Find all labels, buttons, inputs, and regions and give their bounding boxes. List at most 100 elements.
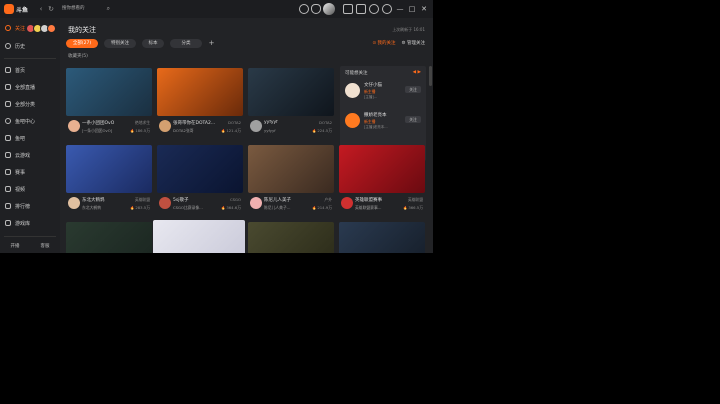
chat-icon[interactable] (369, 4, 379, 14)
stream-card[interactable] (248, 222, 334, 253)
follow-button[interactable]: 关注 (405, 116, 421, 123)
suggested-name[interactable]: 撒娇老亮本 (364, 112, 387, 118)
start-live-button[interactable]: 开播 (11, 243, 20, 249)
stream-thumbnail[interactable] (66, 222, 152, 253)
streamer-name: 陈尼儿人美子... (264, 205, 291, 210)
avatar[interactable] (345, 113, 360, 128)
avatar[interactable] (68, 197, 80, 209)
message-icon[interactable] (343, 4, 353, 14)
sidebar-item-label: 关注 (15, 25, 26, 32)
filter-special[interactable]: 特别关注 (104, 39, 136, 48)
sidebar-item-history[interactable]: 历史 (0, 40, 60, 52)
sidebar-item-game-library[interactable]: 游戏库 (0, 217, 60, 229)
search-input[interactable]: 搜你想看的 ⌕ (62, 4, 114, 14)
list-item[interactable]: 文仔小猫 新主播 [主播]... 关注 (343, 80, 423, 102)
stream-title[interactable]: 一条小团团OvO (82, 120, 136, 126)
sidebar-item-all-live[interactable]: 全部直播 (0, 81, 60, 93)
sidebar-item-events[interactable]: 赛事 (0, 166, 60, 178)
stream-category: 绝地求生 (134, 120, 150, 125)
stream-thumbnail[interactable] (66, 145, 152, 193)
follow-button[interactable]: 关注 (405, 86, 421, 93)
stream-card[interactable]: yyfyyf DOTA2 yyfyyf 224.5万 (248, 68, 334, 144)
stream-thumbnail[interactable] (339, 222, 425, 253)
manage-follow-link[interactable]: ⚙ 管理关注 (402, 40, 425, 46)
heart-icon[interactable] (311, 4, 321, 14)
stream-thumbnail[interactable] (339, 145, 425, 193)
sidebar-item-label: 历史 (15, 43, 26, 50)
stream-thumbnail[interactable] (248, 145, 334, 193)
stream-card[interactable]: 张哥带你在DOTA2... DOTA2 DOTA2张哥 121.4万 (157, 68, 243, 144)
stream-title[interactable]: 陈尼儿人美子 (264, 197, 318, 203)
stream-thumbnail[interactable] (157, 145, 243, 193)
avatar[interactable] (159, 120, 171, 132)
avatar[interactable] (68, 120, 80, 132)
avatar[interactable] (341, 197, 353, 209)
customer-service-button[interactable]: 客服 (41, 243, 50, 249)
settings-icon[interactable] (382, 4, 392, 14)
filter-category[interactable]: 分类 (170, 39, 202, 48)
sidebar-item-fishbar[interactable]: 鱼吧 (0, 132, 60, 144)
filter-tag[interactable]: 标本 (142, 39, 164, 48)
live-icon (5, 84, 11, 90)
sidebar-item-video[interactable]: 视频 (0, 183, 60, 195)
stream-thumbnail[interactable] (66, 68, 152, 116)
suggested-sub: [主播]老亮本... (364, 125, 388, 129)
list-item[interactable]: 撒娇老亮本 新主播 [主播]老亮本... 关注 (343, 110, 423, 132)
sidebar-item-cloud-game[interactable]: 云游戏 (0, 149, 60, 161)
stream-card[interactable] (153, 220, 245, 253)
search-icon[interactable]: ⌕ (107, 4, 110, 14)
stream-thumbnail[interactable] (153, 220, 245, 253)
add-filter-button[interactable]: + (207, 39, 216, 48)
stream-thumbnail[interactable] (248, 222, 334, 253)
avatar[interactable] (250, 197, 262, 209)
stream-card[interactable]: 东北大鹌鹑 英雄联盟 东北大鹌鹑 283.5万 (66, 145, 152, 221)
minimize-button[interactable]: — (395, 3, 405, 15)
stream-category: 户外 (324, 197, 332, 202)
close-button[interactable]: ✕ (419, 3, 429, 15)
card-info: 张哥带你在DOTA2... DOTA2 DOTA2张哥 121.4万 (157, 118, 243, 144)
sidebar-item-label: 排行榜 (15, 203, 31, 210)
stream-category: DOTA2 (228, 120, 241, 125)
sidebar-item-categories[interactable]: 全部分类 (0, 98, 60, 110)
back-button[interactable]: ‹ (37, 4, 45, 14)
sidebar-item-home[interactable]: 首页 (0, 64, 60, 76)
stream-card[interactable]: 陈尼儿人美子 户外 陈尼儿人美子... 214.9万 (248, 145, 334, 221)
sidebar-item-ranking[interactable]: 排行榜 (0, 200, 60, 212)
stream-thumbnail[interactable] (157, 68, 243, 116)
suggested-name[interactable]: 文仔小猫 (364, 82, 382, 88)
filter-all[interactable]: 全部(27) (66, 39, 98, 48)
clock-icon[interactable] (299, 4, 309, 14)
chat-bubble-icon (5, 135, 11, 141)
avatar[interactable] (159, 197, 171, 209)
trophy-icon (5, 169, 11, 175)
stream-card[interactable] (66, 222, 152, 253)
stream-card[interactable] (339, 222, 425, 253)
stream-title[interactable]: 东北大鹌鹑 (82, 197, 136, 203)
stream-category: CSGO (230, 197, 241, 202)
stream-title[interactable]: 5sj敬子 (173, 197, 227, 203)
popularity-count: 186.5万 (130, 128, 150, 134)
stream-card[interactable]: 英雄联盟赛事 英雄联盟 英雄联盟赛事... 366.5万 (339, 145, 425, 221)
stream-thumbnail[interactable] (248, 68, 334, 116)
followed-avatars[interactable] (26, 24, 56, 33)
task-icon[interactable] (356, 4, 366, 14)
stream-title[interactable]: 张哥带你在DOTA2... (173, 120, 227, 126)
avatar[interactable] (345, 83, 360, 98)
collection-folder[interactable]: 收藏夹(5) (68, 53, 88, 59)
scrollbar[interactable] (429, 66, 432, 86)
douyu-logo[interactable]: 斗鱼 (4, 3, 30, 15)
stream-card[interactable]: 一条小团团OvO 绝地求生 [一条小团团OvO] 186.5万 (66, 68, 152, 144)
user-avatar[interactable] (323, 3, 335, 15)
sidebar-item-fishbar-center[interactable]: 鱼吧中心 (0, 115, 60, 127)
panel-pager[interactable]: ◀ ▶ (413, 70, 421, 75)
refresh-button[interactable]: ↻ (47, 4, 55, 14)
maximize-button[interactable]: □ (407, 3, 417, 15)
popularity-count: 366.5万 (403, 205, 423, 211)
stream-card[interactable]: 5sj敬子 CSGO CSGO比赛录像... 364.6万 (157, 145, 243, 221)
sidebar-divider (4, 58, 56, 59)
stream-title[interactable]: yyfyyf (264, 120, 318, 126)
stream-title[interactable]: 英雄联盟赛事 (355, 197, 409, 203)
my-follow-link[interactable]: ⊙ 我的关注 (372, 40, 395, 46)
avatar[interactable] (250, 120, 262, 132)
app-window: 斗鱼 ‹ ↻ 搜你想看的 ⌕ — □ ✕ 关注 历史 首页 全部直播 全部分类 … (0, 0, 433, 253)
